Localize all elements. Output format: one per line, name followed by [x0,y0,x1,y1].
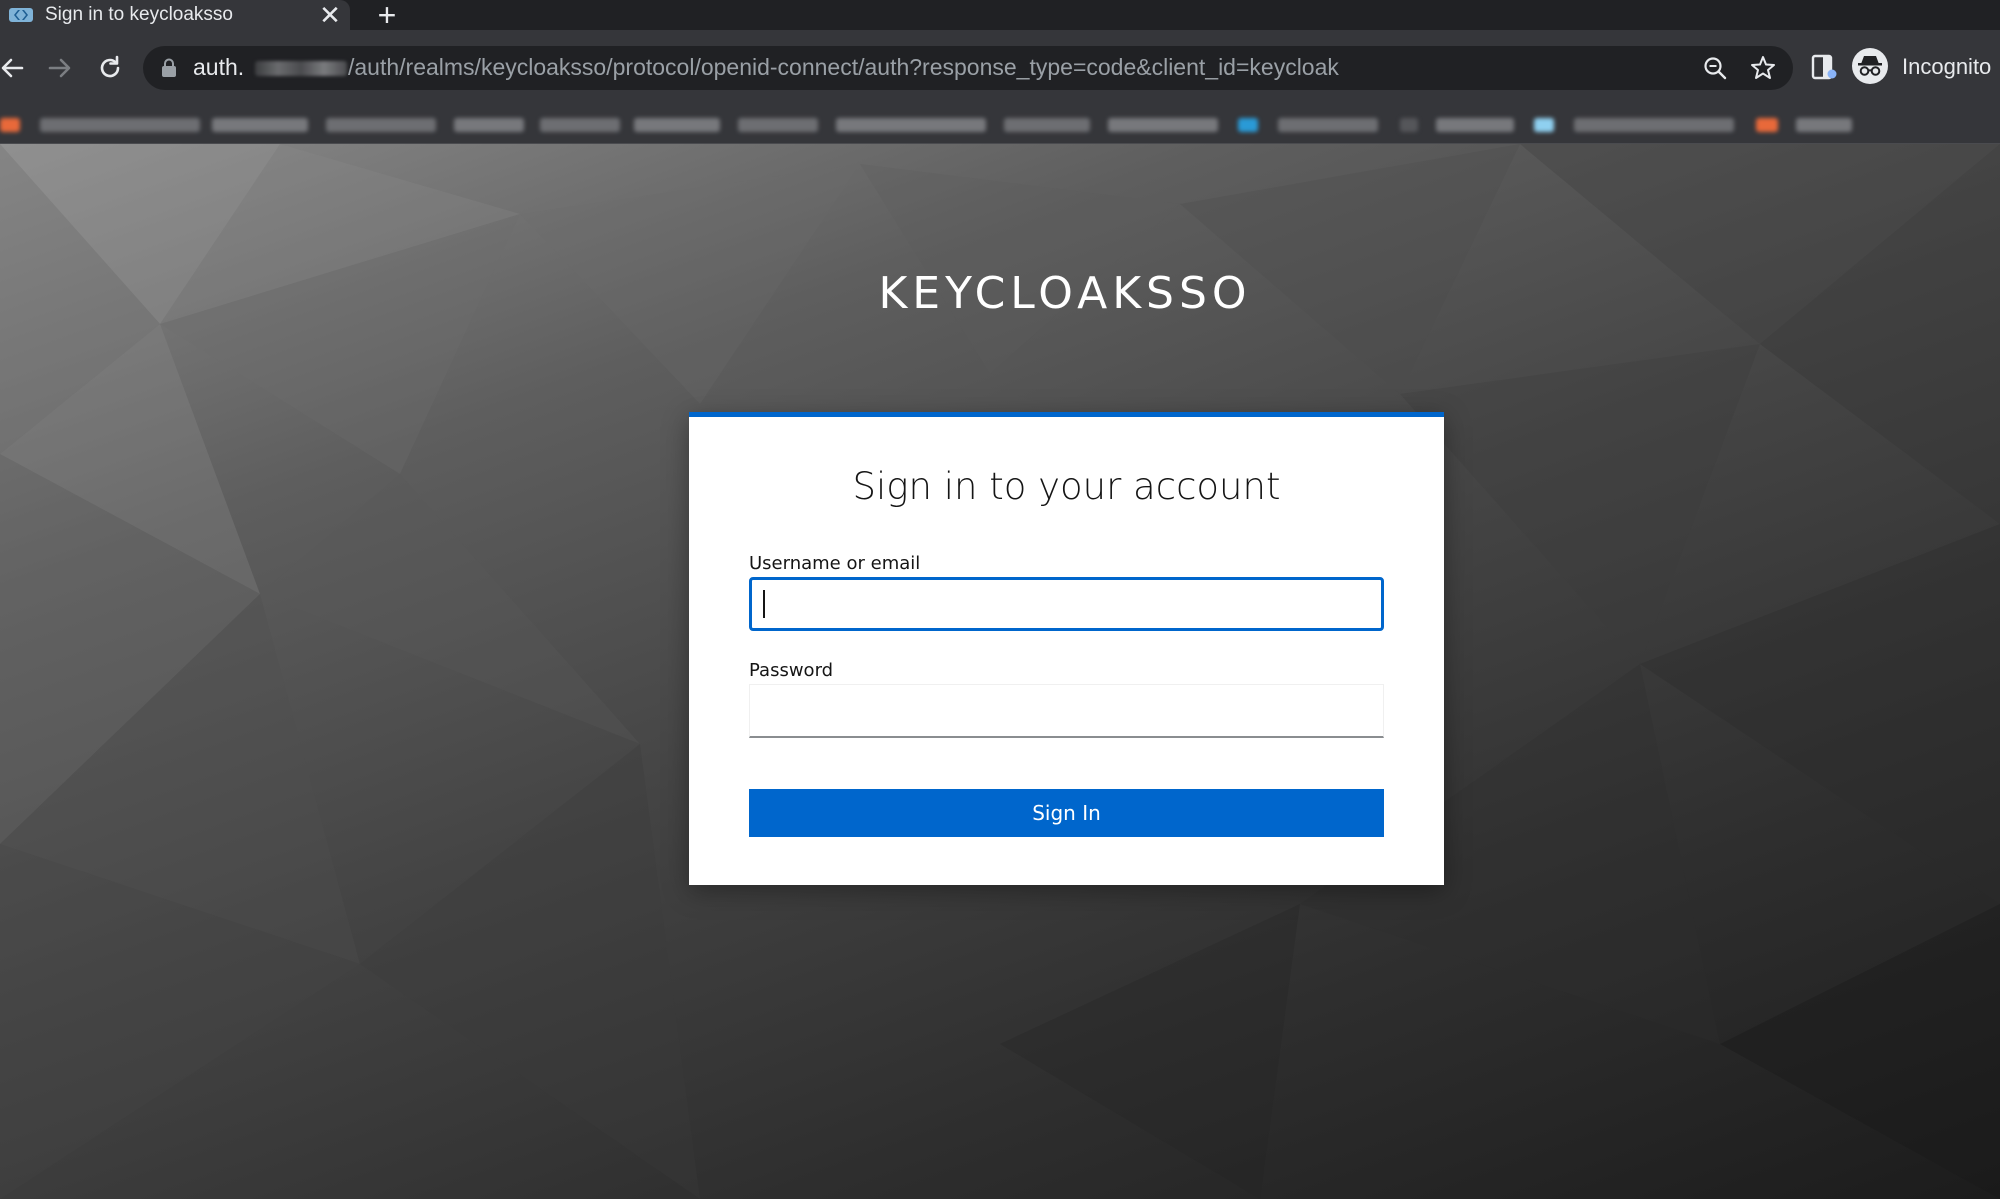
tab-strip: Sign in to keycloaksso ✕ + [0,0,2000,31]
text-cursor [763,590,765,618]
browser-toolbar: auth. /auth/realms/keycloaksso/protocol/… [0,30,2000,106]
bookmark-item[interactable] [1004,118,1090,132]
username-label: Username or email [749,553,921,574]
keycloak-favicon-icon [9,8,33,22]
username-field[interactable] [749,577,1384,631]
bookmark-item[interactable] [1756,118,1778,132]
bookmark-item[interactable] [454,118,524,132]
sign-in-button[interactable]: Sign In [749,789,1384,837]
browser-tab[interactable]: Sign in to keycloaksso ✕ [0,0,350,30]
incognito-icon [1858,56,1882,76]
forward-icon[interactable] [40,48,80,88]
bookmark-item[interactable] [40,118,200,132]
bookmark-item[interactable] [738,118,818,132]
login-page: KEYCLOAKSSO Sign in to your account User… [0,144,2000,1199]
bookmark-item[interactable] [1534,118,1554,132]
url-host: auth. [193,54,245,80]
reload-icon[interactable] [90,48,130,88]
realm-title: KEYCLOAKSSO [878,268,1252,319]
incognito-label: Incognito [1902,54,1992,79]
bookmark-item[interactable] [1574,118,1734,132]
bookmark-item[interactable] [1400,118,1418,132]
bookmark-item[interactable] [540,118,620,132]
bookmark-item[interactable] [1278,118,1378,132]
bookmark-item[interactable] [1796,118,1852,132]
zoom-icon[interactable] [1701,54,1729,82]
bookmark-item[interactable] [1108,118,1218,132]
new-tab-button[interactable]: + [374,0,400,31]
tab-close-icon[interactable]: ✕ [318,0,342,30]
tab-title: Sign in to keycloaksso [45,4,233,25]
bookmark-item[interactable] [1436,118,1514,132]
bookmarks-bar [0,106,2000,144]
password-field[interactable] [749,684,1384,738]
bookmark-item[interactable] [634,118,720,132]
back-icon[interactable] [0,48,32,88]
password-label: Password [749,660,834,681]
bookmark-item[interactable] [212,118,308,132]
extension-icon[interactable] [1810,52,1840,82]
url-path: /auth/realms/keycloaksso/protocol/openid… [348,54,1339,80]
login-card: Sign in to your account Username or emai… [689,412,1444,885]
bookmark-item[interactable] [0,118,20,132]
url-redacted-domain [255,61,347,76]
bookmark-item[interactable] [1238,118,1258,132]
lock-icon[interactable] [161,58,177,78]
avatar [1852,48,1888,84]
bookmark-item[interactable] [836,118,986,132]
bookmark-star-icon[interactable] [1749,54,1777,82]
page-title: Sign in to your account [852,465,1281,508]
bookmark-item[interactable] [326,118,436,132]
address-bar[interactable]: auth. /auth/realms/keycloaksso/protocol/… [143,46,1793,90]
